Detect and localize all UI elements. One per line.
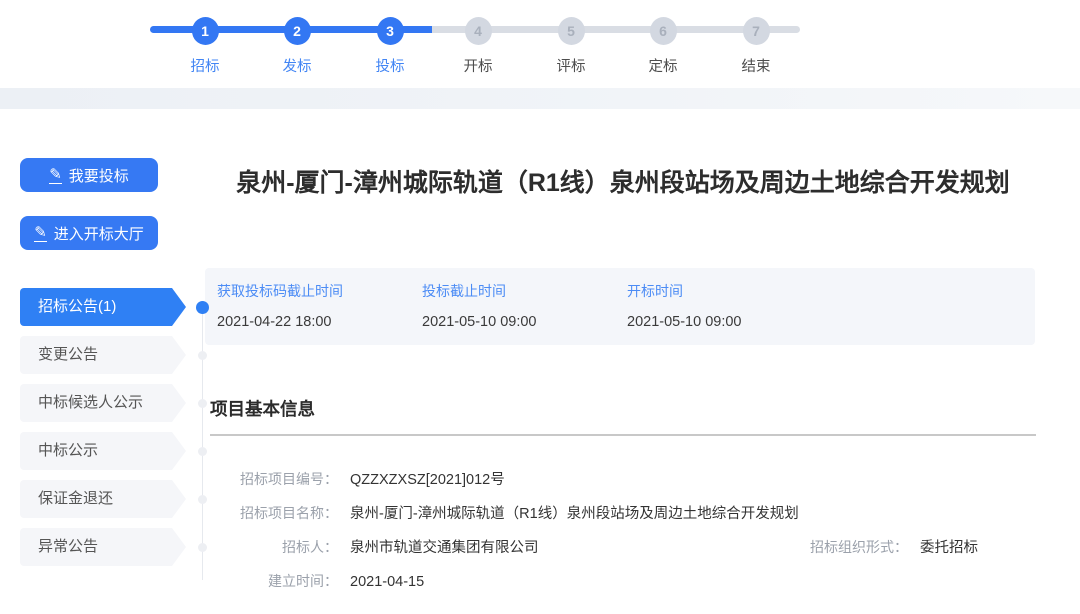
section-divider bbox=[210, 434, 1036, 436]
step-label: 评标 bbox=[526, 55, 616, 76]
menu-timeline bbox=[202, 302, 203, 580]
deadline-label: 投标截止时间 bbox=[422, 281, 615, 301]
bid-now-label: 我要投标 bbox=[69, 165, 129, 186]
deadline-col-bid-submit: 投标截止时间 2021-05-10 09:00 bbox=[410, 281, 615, 345]
sidebar-item-change-announcement[interactable]: 变更公告 bbox=[20, 336, 186, 374]
timeline-dot bbox=[198, 351, 207, 360]
deadline-label: 开标时间 bbox=[627, 281, 820, 301]
step-1: 1 招标 bbox=[160, 17, 250, 76]
step-label: 发标 bbox=[252, 55, 342, 76]
deadline-value: 2021-04-22 18:00 bbox=[217, 314, 410, 330]
step-number-badge: 4 bbox=[465, 17, 492, 45]
timeline-dot-active bbox=[196, 301, 209, 314]
enter-hall-label: 进入开标大厅 bbox=[54, 223, 144, 244]
field-value: 泉州-厦门-漳州城际轨道（R1线）泉州段站场及周边土地综合开发规划 bbox=[350, 506, 799, 522]
field-label: 招标组织形式： bbox=[810, 530, 908, 564]
step-7: 7 结束 bbox=[711, 17, 801, 76]
deadline-info-box: 获取投标码截止时间 2021-04-22 18:00 投标截止时间 2021-0… bbox=[205, 268, 1035, 345]
sidebar-item-deposit-refund[interactable]: 保证金退还 bbox=[20, 480, 186, 518]
timeline-dot bbox=[198, 495, 207, 504]
header-divider-band bbox=[0, 88, 1080, 109]
step-5: 5 评标 bbox=[526, 17, 616, 76]
step-3: 3 投标 bbox=[345, 17, 435, 76]
project-title: 泉州-厦门-漳州城际轨道（R1线）泉州段站场及周边土地综合开发规划 bbox=[217, 164, 1029, 202]
timeline-dot bbox=[198, 447, 207, 456]
field-value: QZZXZXSZ[2021]012号 bbox=[350, 472, 505, 488]
field-value: 委托招标 bbox=[920, 540, 978, 556]
step-label: 招标 bbox=[160, 55, 250, 76]
field-organization-form: 招标组织形式： 委托招标 bbox=[810, 530, 978, 565]
sidebar-item-candidate-publicity[interactable]: 中标候选人公示 bbox=[20, 384, 186, 422]
step-2: 2 发标 bbox=[252, 17, 342, 76]
deadline-value: 2021-05-10 09:00 bbox=[627, 314, 820, 330]
deadline-col-bid-opening: 开标时间 2021-05-10 09:00 bbox=[615, 281, 820, 345]
step-number-badge: 2 bbox=[284, 17, 311, 45]
field-row-project-name: 招标项目名称： 泉州-厦门-漳州城际轨道（R1线）泉州段站场及周边土地综合开发规划 bbox=[210, 496, 1036, 530]
step-label: 投标 bbox=[345, 55, 435, 76]
step-number-badge: 5 bbox=[558, 17, 585, 45]
step-number-badge: 1 bbox=[192, 17, 219, 45]
step-label: 结束 bbox=[711, 55, 801, 76]
step-number-badge: 3 bbox=[377, 17, 404, 45]
timeline-dot bbox=[198, 399, 207, 408]
field-label: 招标项目名称： bbox=[210, 496, 338, 530]
field-label: 招标人： bbox=[210, 530, 338, 564]
step-number-badge: 6 bbox=[650, 17, 677, 45]
deadline-col-bid-code: 获取投标码截止时间 2021-04-22 18:00 bbox=[205, 281, 410, 345]
step-label: 开标 bbox=[433, 55, 523, 76]
pencil-icon: ✎ bbox=[49, 167, 62, 184]
field-row-tenderee: 招标人： 泉州市轨道交通集团有限公司 招标组织形式： 委托招标 bbox=[210, 530, 1036, 564]
field-row-create-time: 建立时间： 2021-04-15 bbox=[210, 564, 1036, 598]
enter-bid-opening-hall-button[interactable]: ✎ 进入开标大厅 bbox=[20, 216, 158, 250]
sidebar-item-abnormal-announcement[interactable]: 异常公告 bbox=[20, 528, 186, 566]
sidebar-item-tender-announcement[interactable]: 招标公告(1) bbox=[20, 288, 186, 326]
progress-stepper: 1 招标 2 发标 3 投标 4 开标 5 评标 6 定标 7 结束 bbox=[0, 0, 1080, 88]
field-value: 泉州市轨道交通集团有限公司 bbox=[350, 540, 539, 556]
field-label: 建立时间： bbox=[210, 564, 338, 598]
sidebar-menu: 招标公告(1) 变更公告 中标候选人公示 中标公示 保证金退还 异常公告 bbox=[20, 288, 186, 576]
sidebar-item-award-publicity[interactable]: 中标公示 bbox=[20, 432, 186, 470]
field-value: 2021-04-15 bbox=[350, 574, 424, 590]
step-6: 6 定标 bbox=[618, 17, 708, 76]
step-4: 4 开标 bbox=[433, 17, 523, 76]
deadline-value: 2021-05-10 09:00 bbox=[422, 314, 615, 330]
step-label: 定标 bbox=[618, 55, 708, 76]
bid-now-button[interactable]: ✎ 我要投标 bbox=[20, 158, 158, 192]
basic-info-section-header: 项目基本信息 bbox=[210, 396, 1036, 436]
basic-info-fields: 招标项目编号： QZZXZXSZ[2021]012号 招标项目名称： 泉州-厦门-漳… bbox=[210, 462, 1036, 598]
deadline-label: 获取投标码截止时间 bbox=[217, 281, 410, 301]
field-row-project-number: 招标项目编号： QZZXZXSZ[2021]012号 bbox=[210, 462, 1036, 496]
section-title: 项目基本信息 bbox=[210, 396, 1036, 421]
step-number-badge: 7 bbox=[743, 17, 770, 45]
pencil-icon: ✎ bbox=[34, 225, 47, 242]
field-label: 招标项目编号： bbox=[210, 462, 338, 496]
timeline-dot bbox=[198, 543, 207, 552]
